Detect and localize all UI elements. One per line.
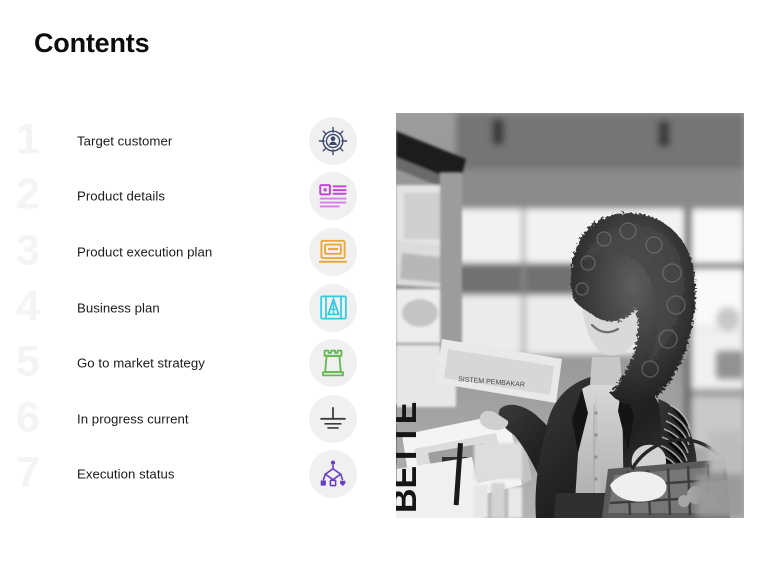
laptop-screen-icon <box>309 227 357 276</box>
item-label: Product execution plan <box>77 244 213 260</box>
woman-shopping-grayscale-photo: SISTEM PEMBAKAR BETTE <box>396 113 744 518</box>
list-item[interactable]: 2 Product details <box>0 169 378 225</box>
item-number: 3 <box>16 226 40 275</box>
item-number: 5 <box>16 337 40 386</box>
list-item[interactable]: 5 Go to market strategy <box>0 335 378 391</box>
list-item[interactable]: 1 Target customer <box>0 113 378 169</box>
item-number: 1 <box>16 115 40 164</box>
ground-symbol-icon <box>309 394 357 443</box>
article-layout-icon <box>309 172 357 221</box>
item-label: Target customer <box>77 133 173 149</box>
photo-content: SISTEM PEMBAKAR BETTE <box>396 113 744 518</box>
item-label: Product details <box>77 188 165 204</box>
list-item[interactable]: 4 Business plan <box>0 280 378 336</box>
item-label: Execution status <box>77 466 175 482</box>
item-number: 6 <box>16 393 40 442</box>
item-number: 7 <box>16 448 40 497</box>
page-title: Contents <box>34 28 150 58</box>
item-label: In progress current <box>77 411 189 427</box>
contents-list: 1 Target customer 2 Product details 3 Pr… <box>0 113 378 502</box>
chess-rook-icon <box>309 339 357 388</box>
item-label: Business plan <box>77 300 160 316</box>
list-item[interactable]: 7 Execution status <box>0 447 378 503</box>
target-person-icon <box>309 116 357 165</box>
item-number: 2 <box>16 171 40 220</box>
flowchart-decision-icon <box>309 450 357 499</box>
item-label: Go to market strategy <box>77 355 205 371</box>
slide-root: Contents 1 Target customer 2 Product det… <box>0 0 768 576</box>
blueprint-drafting-icon <box>309 283 357 332</box>
list-item[interactable]: 3 Product execution plan <box>0 224 378 280</box>
photo-text-better: BETTE <box>396 402 424 513</box>
item-number: 4 <box>16 282 40 331</box>
list-item[interactable]: 6 In progress current <box>0 391 378 447</box>
